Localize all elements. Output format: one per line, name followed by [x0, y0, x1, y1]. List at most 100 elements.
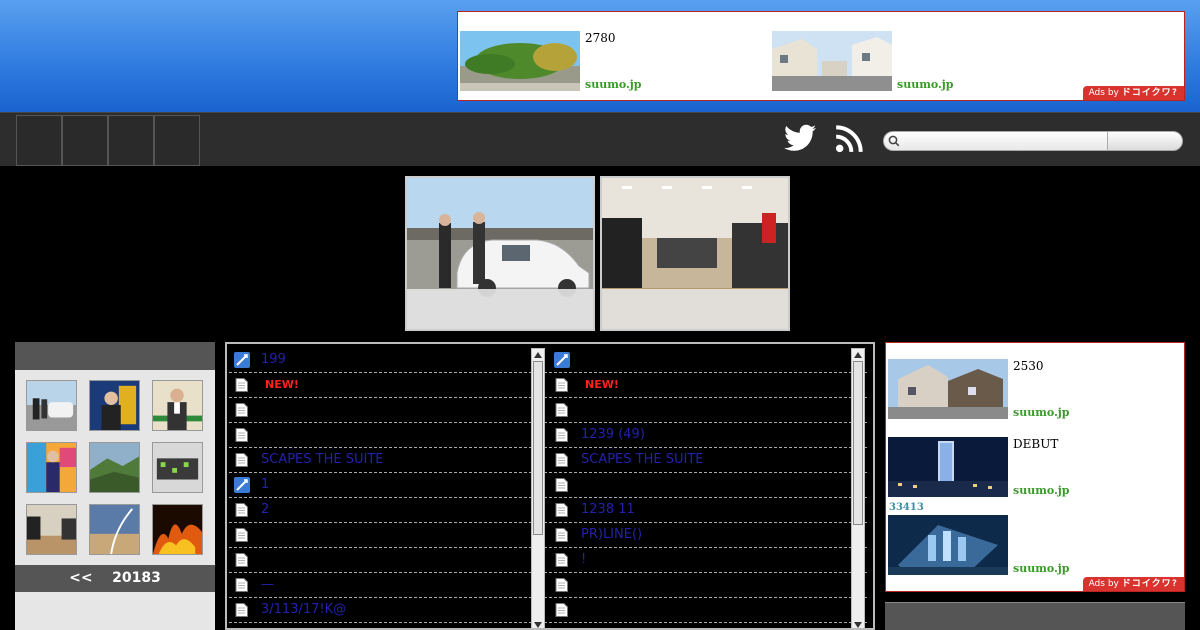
list-item[interactable]: SCAPES THE SUITE [549, 448, 867, 473]
document-icon [235, 378, 248, 392]
list-item[interactable]: PR)LINE() [549, 523, 867, 548]
list-item[interactable] [229, 423, 547, 448]
gallery-thumb-4[interactable] [26, 442, 77, 493]
gallery-thumb-1[interactable] [26, 380, 77, 431]
document-icon [555, 503, 568, 517]
scroll-up-arrow[interactable] [534, 352, 542, 358]
gallery-thumb-9[interactable] [152, 504, 203, 555]
ad-domain[interactable]: suumo.jp [1013, 562, 1069, 575]
list-item[interactable]: 1239 (49) [549, 423, 867, 448]
scroll-thumb[interactable] [533, 361, 543, 535]
list-item[interactable] [549, 398, 867, 423]
list-item[interactable]: ! [549, 548, 867, 573]
pager-label: 20183 [112, 570, 161, 586]
document-icon [555, 453, 568, 467]
list-item[interactable]: 199 [229, 348, 547, 373]
ad-domain[interactable]: suumo.jp [897, 78, 953, 91]
list-item[interactable] [549, 473, 867, 498]
ads-by-badge[interactable]: Ads by ドコイクワ? [1082, 577, 1184, 591]
ad-text[interactable]: 2780 [585, 31, 616, 45]
list-item[interactable]: 2 [229, 498, 547, 523]
pager-prev-link[interactable]: << [69, 570, 92, 586]
nav-button-1[interactable] [16, 115, 62, 166]
scroll-down-arrow[interactable] [854, 622, 862, 628]
gallery-thumb-8[interactable] [89, 504, 140, 555]
featured-caption [407, 289, 593, 329]
side-ad-unit-3[interactable]: suumo.jp [888, 515, 1184, 575]
rss-icon[interactable] [835, 123, 863, 155]
search-button[interactable] [1107, 131, 1183, 151]
nav-button-3[interactable] [108, 115, 154, 166]
side-ad-unit-1[interactable]: 2530 suumo.jp [888, 359, 1184, 419]
side-ad-thumbnail-tower[interactable] [888, 437, 1008, 497]
featured-article-2[interactable] [600, 176, 790, 331]
side-ad-unit-2[interactable]: DEBUT suumo.jp [888, 437, 1184, 497]
ad-unit-2[interactable]: suumo.jp [772, 31, 1072, 91]
list-item-title[interactable]: SCAPES THE SUITE [581, 448, 703, 472]
list-item[interactable] [229, 523, 547, 548]
ads-by-label: Ads by [1088, 88, 1119, 98]
document-icon [555, 403, 568, 417]
list-item-title[interactable]: SCAPES THE SUITE [261, 448, 383, 472]
gallery-pager: << 20183 [15, 565, 215, 592]
gallery-thumb-7[interactable] [26, 504, 77, 555]
feed-icon [234, 477, 250, 493]
list-item[interactable] [549, 598, 867, 623]
scroll-thumb[interactable] [853, 361, 863, 525]
side-ad-thumbnail-houses[interactable] [888, 359, 1008, 419]
gallery-thumb-6[interactable] [152, 442, 203, 493]
side-ad-thumbnail-aerial[interactable] [888, 515, 1008, 575]
document-icon [235, 553, 248, 567]
list-item[interactable] [549, 348, 867, 373]
ad-thumbnail-park[interactable] [460, 31, 580, 91]
list-item-title[interactable]: 1239 (49) [581, 423, 645, 447]
ad-domain[interactable]: suumo.jp [1013, 406, 1069, 419]
side-ad-banner[interactable]: 2530 suumo.jp DEBUT suumo.jp 33413 suumo… [885, 342, 1185, 592]
list-item-title[interactable]: PR)LINE() [581, 523, 642, 547]
list-item-title[interactable]: 3/113/17!K@ [261, 598, 346, 622]
scroll-down-arrow[interactable] [534, 622, 542, 628]
ads-by-badge[interactable]: Ads by ドコイクワ? [1082, 86, 1184, 100]
list-item[interactable] [549, 573, 867, 598]
list-item[interactable]: SCAPES THE SUITE [229, 448, 547, 473]
list-item-title[interactable]: 1238 11 [581, 498, 635, 522]
list-item-title[interactable]: — [261, 573, 274, 597]
document-icon [235, 578, 248, 592]
list-item[interactable] [229, 398, 547, 423]
ad-domain[interactable]: suumo.jp [585, 78, 641, 91]
scroll-up-arrow[interactable] [854, 352, 862, 358]
ad-text[interactable]: DEBUT [1013, 437, 1058, 451]
top-ad-banner[interactable]: 2780 suumo.jp suumo.jp Ads by ドコイクワ? [457, 11, 1185, 101]
scrollbar-right[interactable] [851, 348, 865, 628]
search-input[interactable] [883, 131, 1108, 151]
side-ad-extra-text[interactable]: 33413 [889, 502, 924, 513]
list-item[interactable]: 3/113/17!K@ [229, 598, 547, 623]
gallery-header [15, 342, 215, 370]
list-item[interactable]: NEW! [229, 373, 547, 398]
scrollbar-left[interactable] [531, 348, 545, 628]
gallery-thumb-5[interactable] [89, 442, 140, 493]
list-item[interactable]: 1238 11 [549, 498, 867, 523]
list-item[interactable]: 1 [229, 473, 547, 498]
list-item-title[interactable]: 199 [261, 348, 286, 372]
list-item-title[interactable]: ! [581, 548, 586, 572]
list-item-title[interactable]: 2 [261, 498, 269, 522]
ad-text[interactable]: 2530 [1013, 359, 1044, 373]
ad-domain[interactable]: suumo.jp [1013, 484, 1069, 497]
document-icon [235, 403, 248, 417]
ad-thumbnail-houses[interactable] [772, 31, 892, 91]
featured-article-1[interactable] [405, 176, 595, 331]
gallery-thumb-3[interactable] [152, 380, 203, 431]
twitter-icon[interactable] [784, 123, 816, 153]
document-icon [555, 578, 568, 592]
gallery-thumb-2[interactable] [89, 380, 140, 431]
photo-gallery-panel: << 20183 [15, 342, 215, 630]
nav-button-4[interactable] [154, 115, 200, 166]
ad-unit-1[interactable]: 2780 suumo.jp [460, 31, 760, 91]
list-item-title[interactable]: 1 [261, 473, 269, 497]
list-item[interactable]: — [229, 573, 547, 598]
nav-button-2[interactable] [62, 115, 108, 166]
main-navbar [0, 112, 1200, 166]
list-item[interactable]: NEW! [549, 373, 867, 398]
list-item[interactable] [229, 548, 547, 573]
